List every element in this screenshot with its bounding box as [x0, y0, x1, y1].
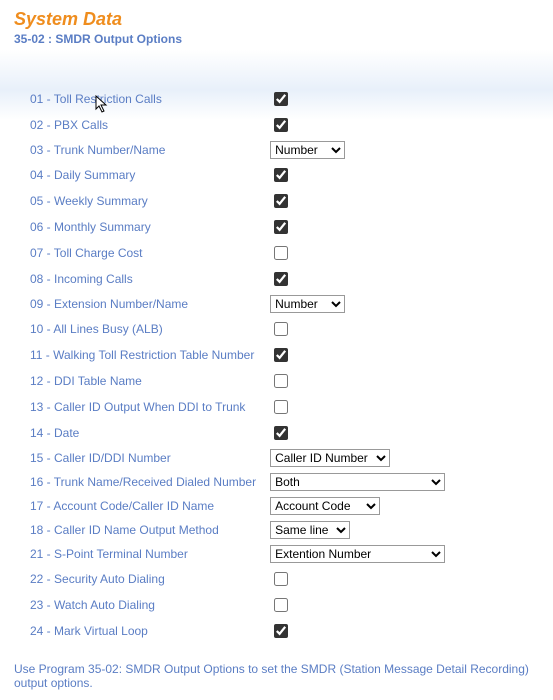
option-checkbox[interactable] [274, 400, 288, 414]
option-label: 18 - Caller ID Name Output Method [26, 518, 266, 542]
option-row: 13 - Caller ID Output When DDI to Trunk [26, 394, 449, 420]
option-label: 11 - Walking Toll Restriction Table Numb… [26, 342, 266, 368]
option-control-cell [266, 112, 449, 138]
option-control-cell [266, 618, 449, 644]
option-select[interactable]: Extention Number [270, 545, 445, 563]
option-control-cell [266, 592, 449, 618]
option-label: 09 - Extension Number/Name [26, 292, 266, 316]
option-control-cell [266, 342, 449, 368]
option-label: 17 - Account Code/Caller ID Name [26, 494, 266, 518]
option-row: 02 - PBX Calls [26, 112, 449, 138]
option-label: 14 - Date [26, 420, 266, 446]
option-row: 21 - S-Point Terminal NumberExtention Nu… [26, 542, 449, 566]
option-row: 01 - Toll Restriction Calls [26, 86, 449, 112]
option-control-cell: Same line [266, 518, 449, 542]
option-select[interactable]: Account Code [270, 497, 380, 515]
option-checkbox[interactable] [274, 624, 288, 638]
option-row: 10 - All Lines Busy (ALB) [26, 316, 449, 342]
option-control-cell: Caller ID Number [266, 446, 449, 470]
page-subtitle: 35-02 : SMDR Output Options [14, 32, 539, 46]
option-row: 08 - Incoming Calls [26, 266, 449, 292]
option-label: 13 - Caller ID Output When DDI to Trunk [26, 394, 266, 420]
option-label: 07 - Toll Charge Cost [26, 240, 266, 266]
option-control-cell [266, 566, 449, 592]
option-control-cell [266, 420, 449, 446]
option-control-cell: Number [266, 138, 449, 162]
option-checkbox[interactable] [274, 572, 288, 586]
option-label: 24 - Mark Virtual Loop [26, 618, 266, 644]
option-select[interactable]: Caller ID Number [270, 449, 390, 467]
footnote-text: Use Program 35-02: SMDR Output Options t… [14, 662, 539, 690]
option-label: 12 - DDI Table Name [26, 368, 266, 394]
option-label: 15 - Caller ID/DDI Number [26, 446, 266, 470]
option-select[interactable]: Number [270, 141, 345, 159]
option-checkbox[interactable] [274, 246, 288, 260]
option-label: 05 - Weekly Summary [26, 188, 266, 214]
option-checkbox[interactable] [274, 194, 288, 208]
option-checkbox[interactable] [274, 426, 288, 440]
option-checkbox[interactable] [274, 322, 288, 336]
option-control-cell [266, 266, 449, 292]
option-row: 05 - Weekly Summary [26, 188, 449, 214]
option-row: 15 - Caller ID/DDI NumberCaller ID Numbe… [26, 446, 449, 470]
option-select[interactable]: Number [270, 295, 345, 313]
option-checkbox[interactable] [274, 92, 288, 106]
option-row: 16 - Trunk Name/Received Dialed NumberBo… [26, 470, 449, 494]
option-select[interactable]: Both [270, 473, 445, 491]
option-checkbox[interactable] [274, 168, 288, 182]
option-row: 09 - Extension Number/NameNumber [26, 292, 449, 316]
option-select[interactable]: Same line [270, 521, 350, 539]
option-row: 04 - Daily Summary [26, 162, 449, 188]
option-checkbox[interactable] [274, 118, 288, 132]
option-row: 03 - Trunk Number/NameNumber [26, 138, 449, 162]
option-label: 06 - Monthly Summary [26, 214, 266, 240]
option-checkbox[interactable] [274, 272, 288, 286]
option-checkbox[interactable] [274, 220, 288, 234]
option-row: 11 - Walking Toll Restriction Table Numb… [26, 342, 449, 368]
option-row: 06 - Monthly Summary [26, 214, 449, 240]
option-control-cell: Extention Number [266, 542, 449, 566]
option-row: 22 - Security Auto Dialing [26, 566, 449, 592]
option-control-cell [266, 316, 449, 342]
option-label: 16 - Trunk Name/Received Dialed Number [26, 470, 266, 494]
option-label: 22 - Security Auto Dialing [26, 566, 266, 592]
option-label: 01 - Toll Restriction Calls [26, 86, 266, 112]
option-row: 07 - Toll Charge Cost [26, 240, 449, 266]
option-control-cell [266, 86, 449, 112]
option-row: 12 - DDI Table Name [26, 368, 449, 394]
option-control-cell [266, 240, 449, 266]
option-control-cell [266, 368, 449, 394]
option-label: 04 - Daily Summary [26, 162, 266, 188]
option-checkbox[interactable] [274, 374, 288, 388]
option-checkbox[interactable] [274, 598, 288, 612]
option-control-cell [266, 162, 449, 188]
option-row: 23 - Watch Auto Dialing [26, 592, 449, 618]
option-label: 10 - All Lines Busy (ALB) [26, 316, 266, 342]
options-table: 01 - Toll Restriction Calls02 - PBX Call… [26, 86, 449, 644]
option-row: 14 - Date [26, 420, 449, 446]
option-label: 23 - Watch Auto Dialing [26, 592, 266, 618]
option-control-cell: Number [266, 292, 449, 316]
option-control-cell: Account Code [266, 494, 449, 518]
option-label: 03 - Trunk Number/Name [26, 138, 266, 162]
option-control-cell [266, 188, 449, 214]
option-control-cell [266, 394, 449, 420]
option-label: 21 - S-Point Terminal Number [26, 542, 266, 566]
option-row: 17 - Account Code/Caller ID NameAccount … [26, 494, 449, 518]
option-row: 24 - Mark Virtual Loop [26, 618, 449, 644]
page-title: System Data [14, 10, 539, 30]
option-row: 18 - Caller ID Name Output MethodSame li… [26, 518, 449, 542]
option-control-cell: Both [266, 470, 449, 494]
option-control-cell [266, 214, 449, 240]
option-label: 08 - Incoming Calls [26, 266, 266, 292]
option-label: 02 - PBX Calls [26, 112, 266, 138]
option-checkbox[interactable] [274, 348, 288, 362]
